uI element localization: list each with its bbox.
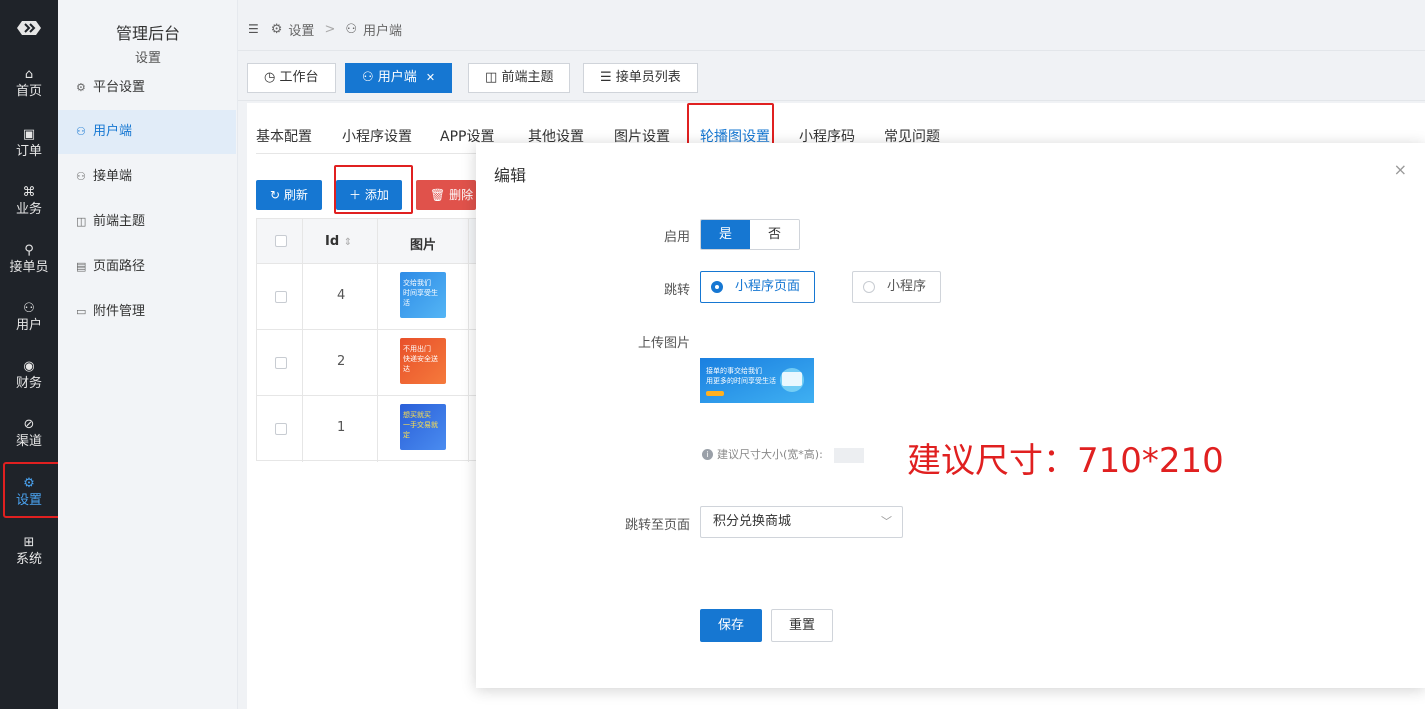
tab-courier-list[interactable]: ☰ 接单员列表 bbox=[583, 63, 698, 93]
target-page-label: 跳转至页面 bbox=[624, 518, 690, 533]
rail-item-courier[interactable]: ⚲ 接单员 bbox=[0, 242, 58, 292]
enable-yes-option[interactable]: 是 bbox=[701, 220, 750, 249]
sidebar-subtitle: 设置 bbox=[134, 51, 161, 66]
breadcrumb-current: 用户端 bbox=[363, 23, 403, 39]
archive-icon: ▭ bbox=[76, 305, 87, 318]
sort-icon[interactable]: ⇕ bbox=[344, 237, 352, 248]
enable-toggle: 是 否 bbox=[700, 219, 800, 250]
tab-workbench[interactable]: ◷ 工作台 bbox=[247, 63, 336, 93]
target-page-select[interactable]: 积分兑换商城 ﹀ bbox=[700, 506, 903, 538]
user-icon: ⚇ bbox=[345, 21, 357, 37]
rail-item-business[interactable]: ⌘ 业务 bbox=[0, 184, 58, 234]
user-icon: ⚇ bbox=[23, 301, 35, 316]
select-all-checkbox[interactable] bbox=[275, 235, 287, 247]
save-button[interactable]: 保存 bbox=[700, 609, 763, 642]
reset-button[interactable]: 重置 bbox=[771, 609, 834, 642]
home-icon: ⌂ bbox=[24, 67, 34, 82]
row-checkbox[interactable] bbox=[275, 357, 287, 369]
tab-user-end[interactable]: ⚇ 用户端 ✕ bbox=[345, 63, 453, 93]
system-icon: ⊞ bbox=[23, 535, 35, 550]
subtab-miniprogram[interactable]: 小程序设置 bbox=[342, 126, 412, 146]
size-annotation: 建议尺寸：710*210 bbox=[907, 441, 1224, 481]
highlight-box-add bbox=[334, 165, 413, 214]
column-header-id[interactable]: Id ⇕ bbox=[325, 234, 352, 249]
main-nav-rail: ⌂ 首页 ▣ 订单 ⌘ 业务 ⚲ 接单员 ⚇ 用户 ◉ 财务 ⊘ 渠道 ⚙ 设置… bbox=[0, 0, 62, 709]
radio-dot-icon bbox=[863, 281, 875, 293]
finance-icon: ◉ bbox=[23, 359, 35, 374]
close-icon[interactable]: ✕ bbox=[426, 71, 435, 84]
column-header-image: 图片 bbox=[410, 238, 437, 253]
sidebar-item-theme[interactable]: ◫ 前端主题 bbox=[58, 200, 236, 244]
sidebar-item-user-end[interactable]: ⚇ 用户端 bbox=[58, 110, 236, 154]
rail-item-channel[interactable]: ⊘ 渠道 bbox=[0, 416, 58, 466]
settings-sidebar: 管理后台 设置 ⚙ 平台设置 ⚇ 用户端 ⚇ 接单端 ◫ 前端主题 ▤ 页面路径 ▭ 附件管… bbox=[58, 0, 238, 709]
logo-icon bbox=[17, 21, 41, 35]
refresh-icon: ↻ bbox=[270, 188, 281, 202]
redacted-value bbox=[834, 448, 864, 463]
info-icon: i bbox=[702, 448, 713, 460]
rail-item-home[interactable]: ⌂ 首页 bbox=[0, 66, 58, 116]
rail-item-orders[interactable]: ▣ 订单 bbox=[0, 126, 58, 176]
table-row[interactable]: 1 想买就买 一手交易就定 bbox=[257, 396, 477, 462]
table-row[interactable]: 4 交给我们 时间享受生活 bbox=[257, 264, 477, 330]
enable-no-option[interactable]: 否 bbox=[750, 220, 799, 249]
users-icon: ⚇ bbox=[76, 170, 86, 183]
user-icon: ⚇ bbox=[362, 70, 374, 85]
highlight-box-settings bbox=[3, 462, 62, 518]
channel-icon: ⊘ bbox=[23, 417, 35, 432]
banner-image-preview[interactable]: 接单的事交给我们 用更多的时间享受生活 bbox=[700, 358, 814, 403]
table-header: Id ⇕ 图片 bbox=[257, 219, 477, 264]
table-row[interactable]: 2 不用出门 快递安全送达 bbox=[257, 330, 477, 396]
close-icon[interactable]: × bbox=[1394, 160, 1407, 179]
tab-theme[interactable]: ◫ 前端主题 bbox=[468, 63, 571, 93]
carousel-thumbnail: 交给我们 时间享受生活 bbox=[400, 272, 446, 318]
chevron-down-icon: ﹀ bbox=[881, 515, 892, 528]
jump-radio-miniprogram[interactable]: 小程序 bbox=[852, 271, 942, 303]
page-icon: ▤ bbox=[76, 260, 87, 273]
carousel-table: Id ⇕ 图片 4 交给我们 时间享受生活 2 不用出门 快递安全送达 1 想买… bbox=[256, 218, 478, 462]
book-icon: ◫ bbox=[485, 70, 498, 85]
breadcrumb: ☰ ⚙ 设置 > ⚇ 用户端 bbox=[248, 19, 402, 39]
refresh-button[interactable]: ↻ 刷新 bbox=[256, 180, 322, 210]
carousel-thumbnail: 想买就买 一手交易就定 bbox=[400, 404, 446, 450]
upload-label: 上传图片 bbox=[637, 336, 690, 351]
row-checkbox[interactable] bbox=[275, 291, 287, 303]
courier-icon: ⚲ bbox=[24, 243, 34, 258]
book-icon: ◫ bbox=[76, 215, 87, 228]
sidebar-item-attachments[interactable]: ▭ 附件管理 bbox=[58, 290, 236, 334]
menu-toggle-icon[interactable]: ☰ bbox=[248, 22, 259, 36]
order-icon: ▣ bbox=[22, 127, 36, 142]
sidebar-item-platform[interactable]: ⚙ 平台设置 bbox=[58, 66, 236, 110]
sidebar-title: 管理后台 bbox=[115, 24, 180, 43]
enable-label: 启用 bbox=[663, 230, 690, 245]
sidebar-item-page-path[interactable]: ▤ 页面路径 bbox=[58, 245, 236, 289]
sidebar-item-courier-end[interactable]: ⚇ 接单端 bbox=[58, 155, 236, 199]
subtab-basic[interactable]: 基本配置 bbox=[256, 126, 312, 146]
dashboard-icon: ◷ bbox=[264, 70, 276, 85]
edit-dialog: 编辑 × 启用 是 否 跳转 小程序页面 小程序 上传图片 接单的事交给我们 用… bbox=[476, 143, 1425, 688]
dialog-title: 编辑 bbox=[494, 166, 527, 185]
divider bbox=[238, 50, 1425, 51]
trash-icon: 🗑 bbox=[430, 188, 446, 202]
divider bbox=[238, 100, 1425, 101]
gear-icon: ⚙ bbox=[76, 81, 86, 94]
radio-dot-icon bbox=[711, 281, 723, 293]
rail-item-system[interactable]: ⊞ 系统 bbox=[0, 534, 58, 584]
size-hint: i 建议尺寸大小(宽*高): bbox=[702, 446, 823, 462]
breadcrumb-separator: > bbox=[324, 21, 336, 37]
breadcrumb-root[interactable]: 设置 bbox=[288, 20, 314, 39]
rail-item-user[interactable]: ⚇ 用户 bbox=[0, 300, 58, 350]
jump-label: 跳转 bbox=[663, 283, 690, 298]
business-icon: ⌘ bbox=[22, 185, 36, 200]
user-icon: ⚇ bbox=[76, 125, 86, 138]
rail-item-finance[interactable]: ◉ 财务 bbox=[0, 358, 58, 408]
row-checkbox[interactable] bbox=[275, 423, 287, 435]
list-icon: ☰ bbox=[600, 70, 612, 85]
jump-radio-miniprogram-page[interactable]: 小程序页面 bbox=[700, 271, 816, 303]
delete-button[interactable]: 🗑 删除 bbox=[416, 180, 476, 210]
gear-icon: ⚙ bbox=[270, 21, 283, 37]
carousel-thumbnail: 不用出门 快递安全送达 bbox=[400, 338, 446, 384]
